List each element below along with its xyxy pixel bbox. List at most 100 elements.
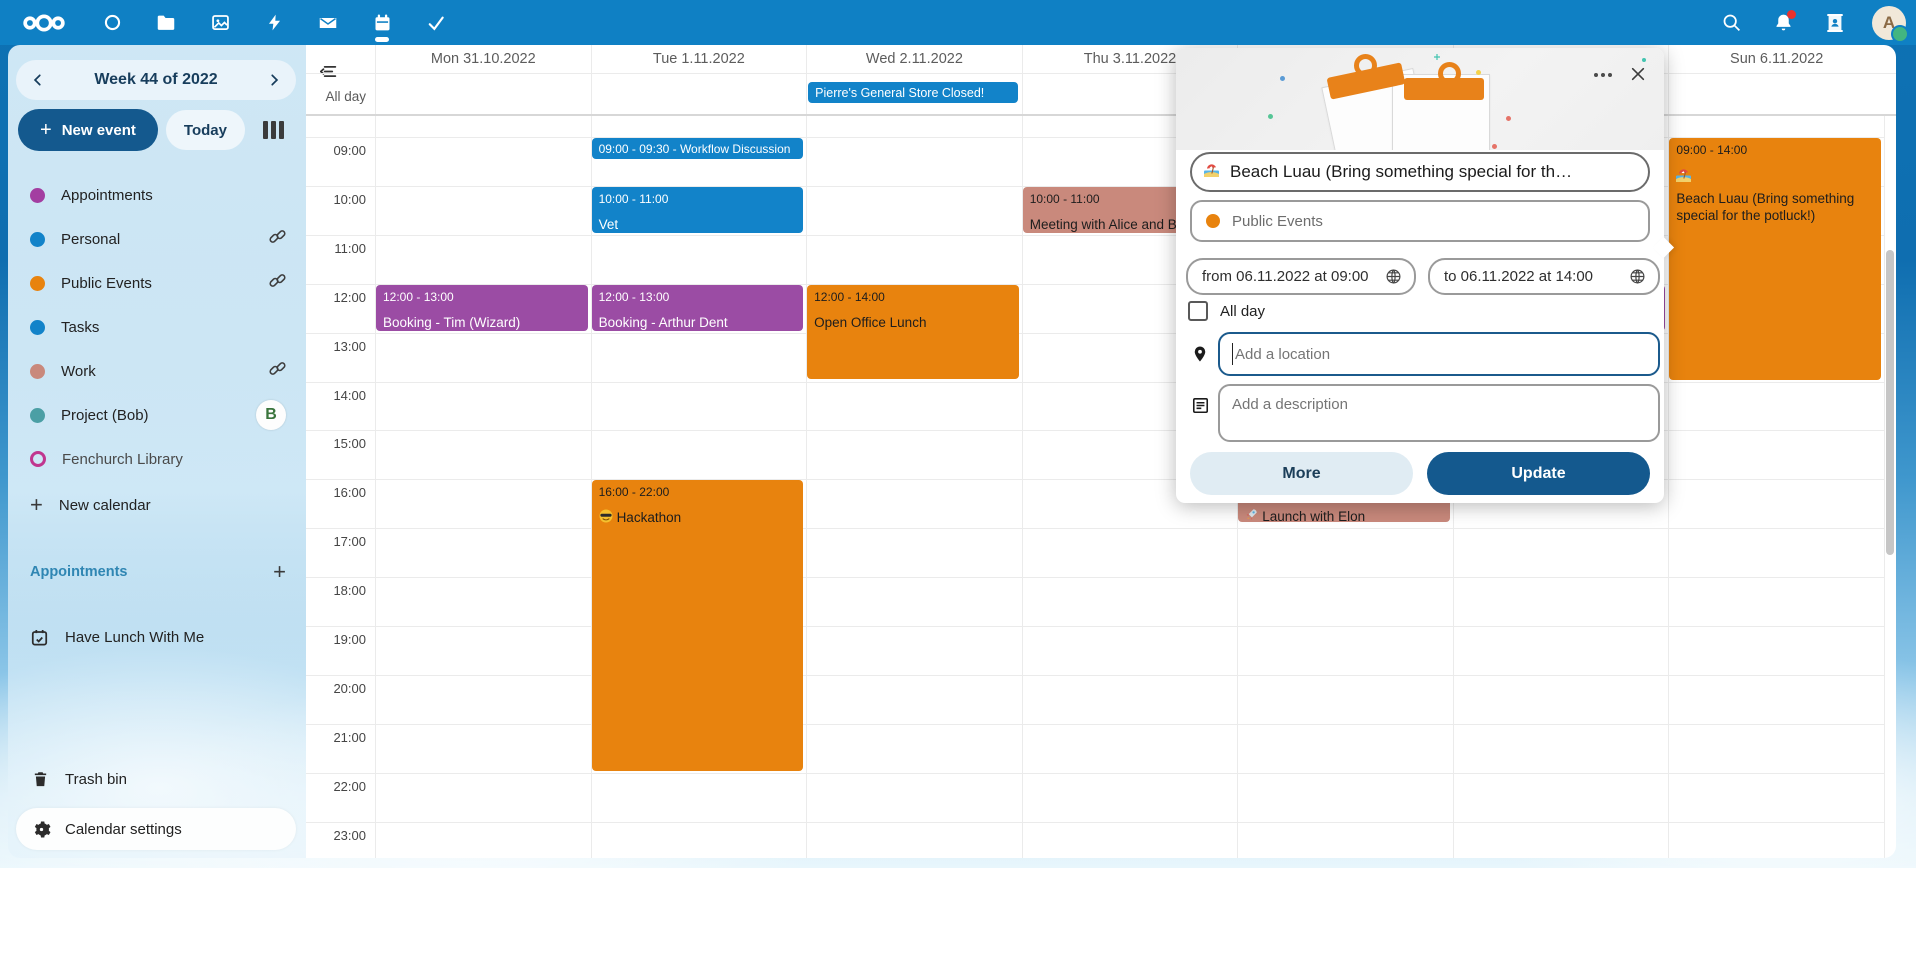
- calendar-color-dot: [1206, 214, 1220, 228]
- notifications-bell-icon[interactable]: [1768, 8, 1798, 38]
- hour-label: 14:00: [306, 388, 366, 403]
- appointment-item[interactable]: Have Lunch With Me: [8, 615, 306, 659]
- calendar-event[interactable]: 10:00 - 11:00 Vet: [592, 187, 804, 233]
- topbar-right-actions: A: [1716, 0, 1906, 45]
- previous-week-button[interactable]: [22, 64, 54, 96]
- popup-more-actions-icon[interactable]: [1590, 62, 1616, 88]
- calendar-picker[interactable]: Public Events: [1190, 200, 1650, 242]
- app-icon-dashboard[interactable]: [90, 0, 134, 45]
- location-input[interactable]: [1233, 345, 1658, 364]
- new-calendar-button[interactable]: + New calendar: [8, 483, 306, 527]
- hour-gridline: [306, 724, 1884, 725]
- event-title: Hackathon: [599, 509, 797, 527]
- update-button[interactable]: Update: [1427, 452, 1650, 495]
- event-title-input[interactable]: [1228, 161, 1636, 183]
- view-columns-icon[interactable]: [263, 120, 289, 140]
- plus-icon: +: [40, 119, 52, 142]
- calendar-label: Personal: [61, 231, 120, 248]
- confetti-plus: [1434, 54, 1440, 60]
- shared-user-badge[interactable]: B: [256, 400, 286, 430]
- gear-icon: [32, 820, 51, 839]
- hour-gridline: [306, 773, 1884, 774]
- day-header[interactable]: Tue 1.11.2022: [591, 45, 807, 73]
- calendar-label: Fenchurch Library: [62, 451, 183, 468]
- all-day-toggle[interactable]: All day: [1188, 301, 1265, 321]
- day-header[interactable]: Mon 31.10.2022: [375, 45, 591, 73]
- all-day-cell[interactable]: [1668, 73, 1884, 114]
- app-icon-mail[interactable]: [306, 0, 350, 45]
- calendar-event[interactable]: 09:00 - 14:00Beach Luau (Bring something…: [1669, 138, 1881, 380]
- sidebar-action-row: + New event Today: [18, 109, 298, 151]
- hour-label: 10:00: [306, 192, 366, 207]
- app-icon-photos[interactable]: [198, 0, 242, 45]
- next-week-button[interactable]: [258, 64, 290, 96]
- calendar-settings-button[interactable]: Calendar settings: [16, 808, 296, 850]
- sidebar-calendar-item[interactable]: Work: [8, 349, 306, 393]
- more-button[interactable]: More: [1190, 452, 1413, 495]
- timezone-globe-icon[interactable]: [1629, 268, 1646, 285]
- app-icon-calendar[interactable]: [360, 0, 404, 45]
- hour-label: 19:00: [306, 632, 366, 647]
- start-datetime-field[interactable]: from 06.11.2022 at 09:00: [1186, 258, 1416, 295]
- timezone-globe-icon[interactable]: [1385, 268, 1402, 285]
- hour-label: 21:00: [306, 730, 366, 745]
- app-icon-tasks[interactable]: [414, 0, 458, 45]
- contacts-icon[interactable]: [1820, 8, 1850, 38]
- nextcloud-logo-icon[interactable]: [12, 8, 76, 38]
- sidebar-calendar-item[interactable]: Personal: [8, 217, 306, 261]
- hour-label: 23:00: [306, 828, 366, 843]
- add-appointment-icon[interactable]: +: [273, 561, 286, 583]
- event-time: 16:00 - 22:00: [599, 485, 797, 499]
- app-icon-activity[interactable]: [252, 0, 296, 45]
- event-title: Open Office Lunch: [814, 314, 1012, 331]
- app-icon-files[interactable]: [144, 0, 188, 45]
- sidebar-calendar-item[interactable]: Project (Bob)B: [8, 393, 306, 437]
- new-event-button[interactable]: + New event: [18, 109, 158, 151]
- event-title: Beach Luau (Bring something special for …: [1676, 167, 1874, 224]
- location-field: [1218, 332, 1660, 376]
- vertical-scrollbar-thumb[interactable]: [1886, 250, 1894, 555]
- description-icon: [1191, 396, 1210, 415]
- shared-link-icon[interactable]: [269, 360, 286, 382]
- shared-link-icon[interactable]: [269, 272, 286, 294]
- calendar-label: Tasks: [61, 319, 99, 336]
- user-avatar[interactable]: A: [1872, 6, 1906, 40]
- calendar-event[interactable]: 12:00 - 14:00Open Office Lunch: [807, 285, 1019, 380]
- day-header[interactable]: Wed 2.11.2022: [806, 45, 1022, 73]
- description-input[interactable]: [1220, 386, 1658, 440]
- calendar-event[interactable]: 09:00 - 09:30 - Workflow Discussion: [592, 138, 804, 159]
- all-day-cell[interactable]: [375, 73, 591, 114]
- hour-label: 13:00: [306, 339, 366, 354]
- event-title: Vet: [599, 216, 797, 233]
- column-gridline: [806, 116, 807, 858]
- sidebar-calendar-item[interactable]: Fenchurch Library: [8, 437, 306, 481]
- close-icon[interactable]: [1624, 60, 1652, 88]
- hour-label: 15:00: [306, 436, 366, 451]
- column-gridline: [1884, 116, 1885, 858]
- hour-gridline: [306, 822, 1884, 823]
- calendar-event[interactable]: 12:00 - 13:00Booking - Tim (Wizard): [376, 285, 588, 331]
- calendar-event[interactable]: 12:00 - 13:00Booking - Arthur Dent: [592, 285, 804, 331]
- trash-bin-item[interactable]: Trash bin: [8, 757, 306, 801]
- calendar-list: Appointments Personal Public Events Tasks Wo…: [8, 173, 306, 481]
- all-day-checkbox[interactable]: [1188, 301, 1208, 321]
- sidebar-calendar-item[interactable]: Public Events: [8, 261, 306, 305]
- sidebar-calendar-item[interactable]: Appointments: [8, 173, 306, 217]
- all-day-event[interactable]: Pierre's General Store Closed!: [808, 82, 1018, 103]
- location-pin-icon: [1191, 343, 1209, 365]
- day-header[interactable]: Sun 6.11.2022: [1668, 45, 1884, 73]
- all-day-cell[interactable]: [591, 73, 807, 114]
- sidebar-calendar-item[interactable]: Tasks: [8, 305, 306, 349]
- calendar-label: Appointments: [61, 187, 153, 204]
- event-title-field[interactable]: [1190, 152, 1650, 192]
- week-title[interactable]: Week 44 of 2022: [94, 71, 217, 89]
- search-icon[interactable]: [1716, 8, 1746, 38]
- shared-link-icon[interactable]: [269, 228, 286, 250]
- end-datetime-field[interactable]: to 06.11.2022 at 14:00: [1428, 258, 1660, 295]
- clipboard-clip-ring: [1354, 54, 1377, 77]
- calendar-event[interactable]: 16:00 - 22:00 Hackathon: [592, 480, 804, 770]
- event-time: 10:00 - 11:00: [599, 192, 797, 206]
- calendar-sidebar: Week 44 of 2022 + New event Today Appoin…: [8, 45, 306, 858]
- today-button[interactable]: Today: [166, 110, 245, 150]
- hour-label: 20:00: [306, 681, 366, 696]
